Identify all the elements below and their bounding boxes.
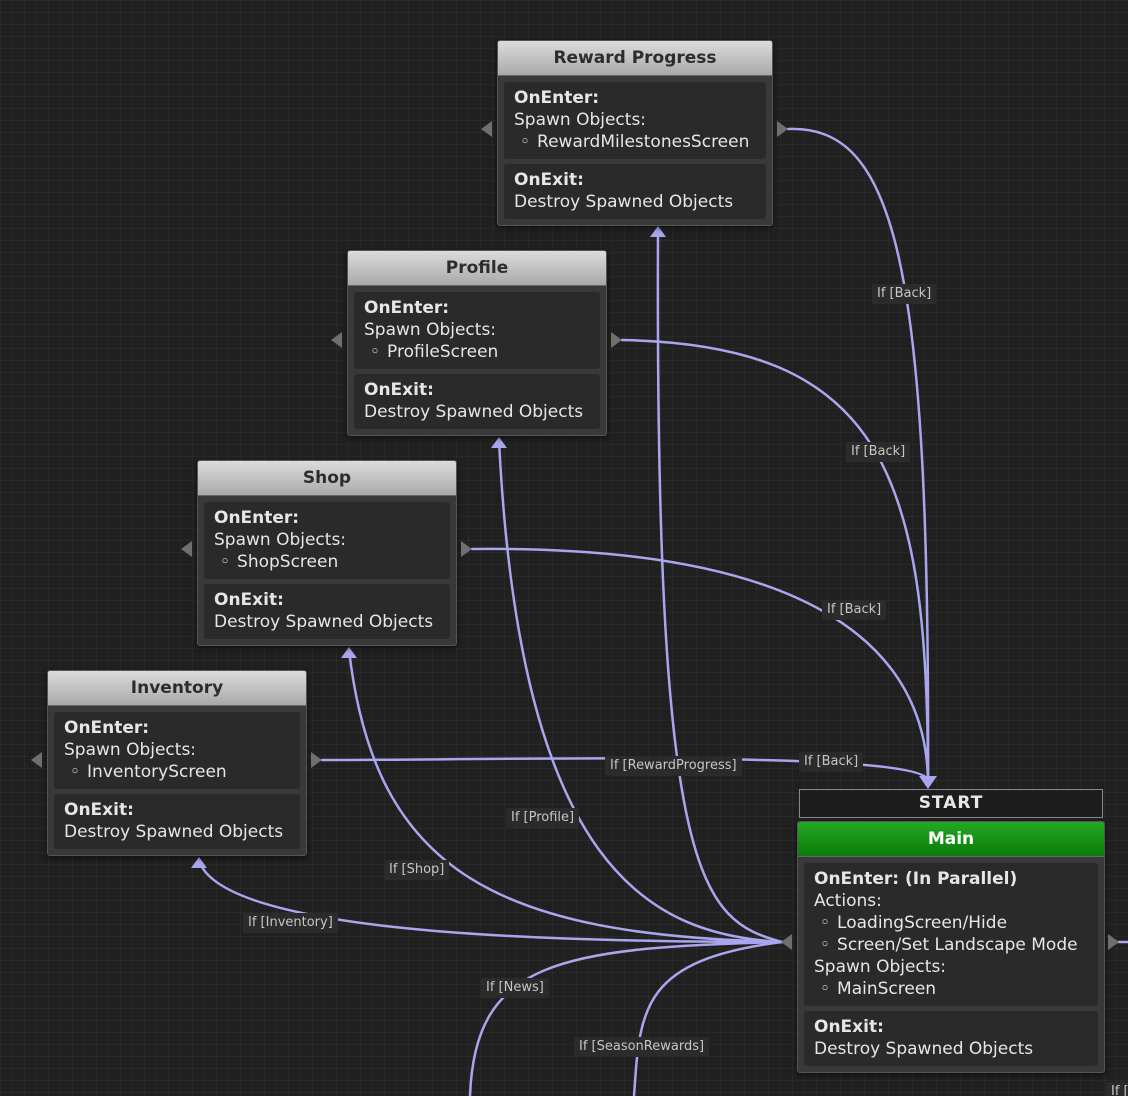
spawn-item: ShopScreen — [214, 551, 440, 573]
start-label: START — [799, 789, 1103, 818]
edge-label-back[interactable]: If [Back] — [872, 284, 937, 304]
input-port-shop[interactable] — [181, 541, 192, 557]
node-title: Profile — [348, 251, 606, 286]
edge-profile-back — [620, 338, 930, 782]
edge-main-season — [632, 940, 784, 1096]
edge-label-back[interactable]: If [Back] — [799, 752, 864, 772]
output-port-inventory[interactable] — [311, 752, 322, 768]
on-exit-label: OnExit: — [814, 1017, 884, 1037]
node-title: Inventory — [48, 671, 306, 706]
arrowhead-profile — [491, 437, 507, 448]
on-enter-label: OnEnter: — [514, 88, 600, 108]
on-exit-action: Destroy Spawned Objects — [364, 402, 584, 422]
edge-label-inventory[interactable]: If [Inventory] — [243, 913, 338, 933]
edge-label-season-rewards[interactable]: If [SeasonRewards] — [574, 1037, 710, 1057]
graph-canvas[interactable]: Reward Progress OnEnter: Spawn Objects: … — [0, 0, 1128, 1096]
edge-label-news[interactable]: If [News] — [481, 978, 549, 998]
on-exit-action: Destroy Spawned Objects — [214, 612, 434, 632]
node-inventory[interactable]: Inventory OnEnter: Spawn Objects: Invent… — [47, 670, 307, 856]
on-enter-label: OnEnter: — [364, 298, 450, 318]
input-port-profile[interactable] — [331, 332, 342, 348]
on-exit-section: OnExit: Destroy Spawned Objects — [54, 794, 300, 849]
spawn-item: ProfileScreen — [364, 341, 590, 363]
output-port-profile[interactable] — [611, 332, 622, 348]
node-profile[interactable]: Profile OnEnter: Spawn Objects: ProfileS… — [347, 250, 607, 436]
on-exit-action: Destroy Spawned Objects — [514, 192, 734, 212]
on-exit-label: OnExit: — [514, 170, 584, 190]
arrowhead-inventory — [191, 857, 207, 868]
on-exit-section: OnExit: Destroy Spawned Objects — [504, 164, 766, 219]
action-item: LoadingScreen/Hide — [814, 912, 1088, 934]
on-enter-section: OnEnter: Spawn Objects: RewardMilestones… — [504, 82, 766, 159]
on-enter-section: OnEnter: Spawn Objects: InventoryScreen — [54, 712, 300, 789]
edge-main-profile — [497, 438, 784, 944]
spawn-item: MainScreen — [814, 978, 1088, 1000]
node-reward-progress[interactable]: Reward Progress OnEnter: Spawn Objects: … — [497, 40, 773, 226]
node-shop[interactable]: Shop OnEnter: Spawn Objects: ShopScreen … — [197, 460, 457, 646]
edge-label-profile[interactable]: If [Profile] — [506, 808, 580, 828]
edge-label-reward-progress[interactable]: If [RewardProgress] — [605, 756, 742, 776]
output-port-main[interactable] — [1108, 934, 1119, 950]
spawn-objects-label: Spawn Objects: — [814, 957, 947, 977]
edge-shop-back — [470, 547, 930, 782]
action-item: Screen/Set Landscape Mode — [814, 934, 1088, 956]
arrowhead-shop — [341, 647, 357, 658]
on-enter-section: OnEnter: (In Parallel) Actions: LoadingS… — [804, 863, 1098, 1006]
edge-main-reward — [656, 228, 784, 944]
edge-label-shop[interactable]: If [Shop] — [384, 860, 450, 880]
actions-label: Actions: — [814, 891, 882, 911]
on-enter-label: OnEnter: — [64, 718, 150, 738]
input-port-reward[interactable] — [481, 121, 492, 137]
node-title: Main — [798, 822, 1104, 857]
on-exit-section: OnExit: Destroy Spawned Objects — [354, 374, 600, 429]
on-enter-label: OnEnter: — [214, 508, 300, 528]
spawn-item: RewardMilestonesScreen — [514, 131, 756, 153]
on-enter-label: OnEnter: (In Parallel) — [814, 869, 1018, 889]
edge-main-news — [468, 940, 784, 1096]
output-port-reward[interactable] — [777, 121, 788, 137]
spawn-objects-label: Spawn Objects: — [364, 320, 497, 340]
on-exit-action: Destroy Spawned Objects — [814, 1039, 1034, 1059]
edge-label-cut-off[interactable]: If [ — [1106, 1082, 1128, 1096]
arrowhead-reward — [650, 226, 666, 237]
on-exit-label: OnExit: — [364, 380, 434, 400]
spawn-item: InventoryScreen — [64, 761, 290, 783]
edge-label-back[interactable]: If [Back] — [822, 600, 887, 620]
on-exit-label: OnExit: — [64, 800, 134, 820]
input-port-main[interactable] — [781, 934, 792, 950]
spawn-objects-label: Spawn Objects: — [64, 740, 197, 760]
node-title: Shop — [198, 461, 456, 496]
on-exit-section: OnExit: Destroy Spawned Objects — [804, 1011, 1098, 1066]
node-title: Reward Progress — [498, 41, 772, 76]
on-exit-section: OnExit: Destroy Spawned Objects — [204, 584, 450, 639]
output-port-shop[interactable] — [461, 541, 472, 557]
on-exit-label: OnExit: — [214, 590, 284, 610]
node-main[interactable]: Main OnEnter: (In Parallel) Actions: Loa… — [797, 821, 1105, 1073]
spawn-objects-label: Spawn Objects: — [514, 110, 647, 130]
arrowhead-start — [919, 776, 937, 789]
edge-label-back[interactable]: If [Back] — [846, 442, 911, 462]
spawn-objects-label: Spawn Objects: — [214, 530, 347, 550]
on-enter-section: OnEnter: Spawn Objects: ShopScreen — [204, 502, 450, 579]
input-port-inventory[interactable] — [31, 752, 42, 768]
on-enter-section: OnEnter: Spawn Objects: ProfileScreen — [354, 292, 600, 369]
on-exit-action: Destroy Spawned Objects — [64, 822, 284, 842]
